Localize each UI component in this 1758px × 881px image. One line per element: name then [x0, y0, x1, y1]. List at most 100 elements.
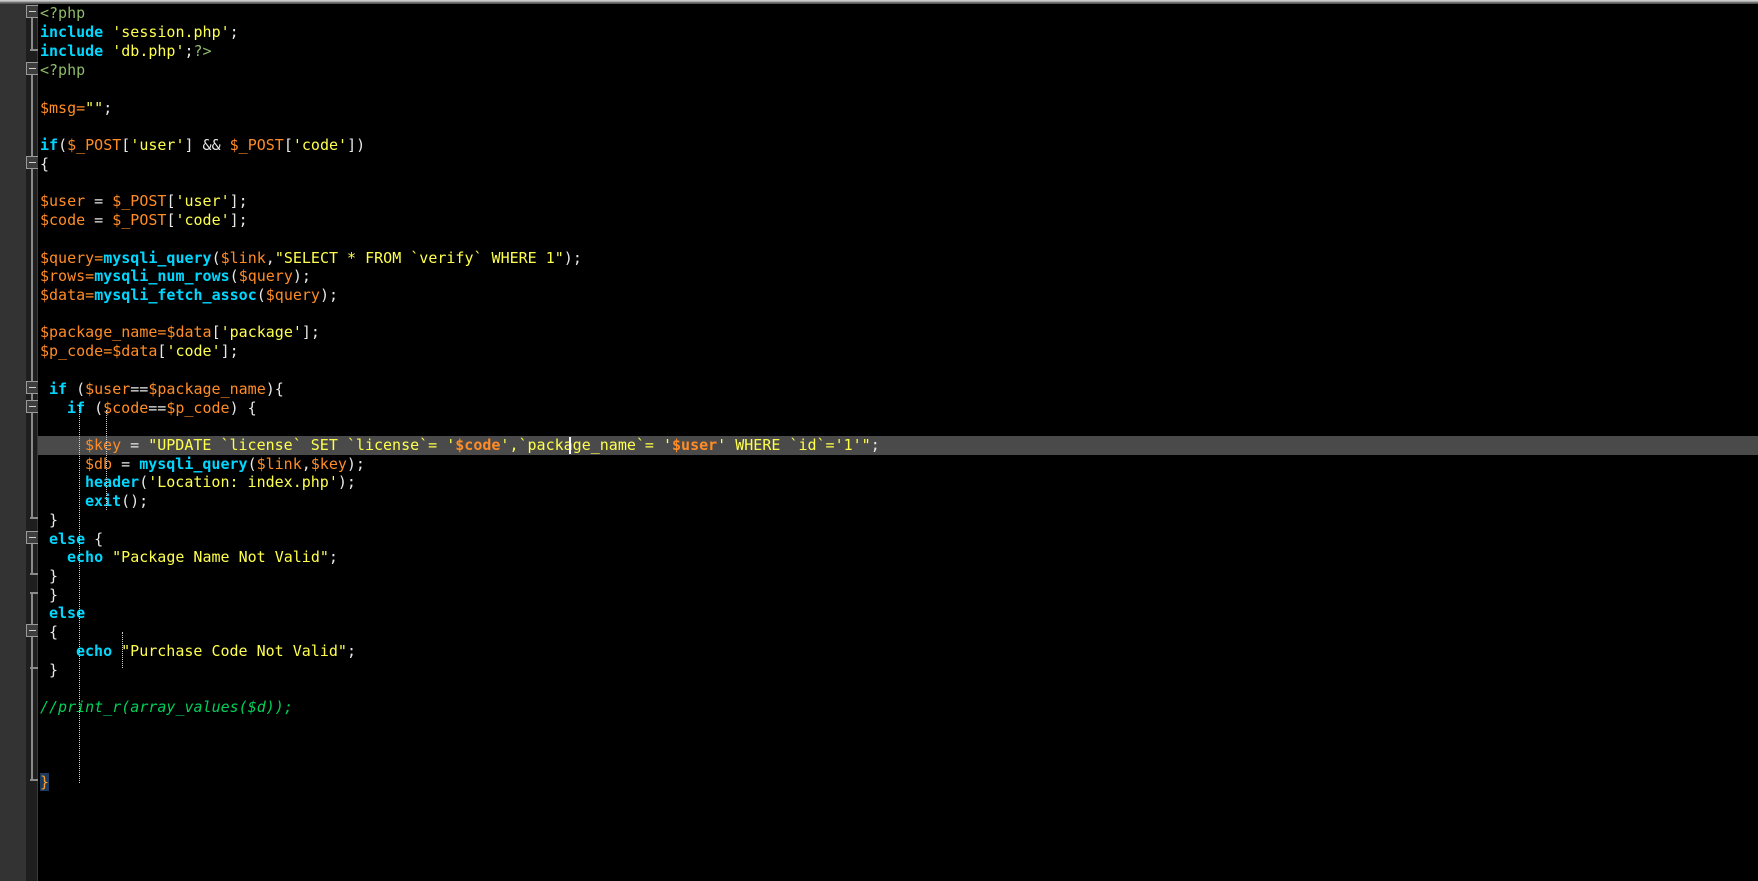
code-line[interactable] [38, 174, 1758, 193]
code-line[interactable]: echo "Purchase Code Not Valid"; [38, 642, 1758, 661]
code-token-punct: ( [58, 136, 68, 154]
code-line[interactable] [38, 717, 1758, 736]
code-line[interactable]: { [38, 155, 1758, 174]
code-line[interactable]: } [38, 661, 1758, 680]
code-line[interactable]: $data=mysqli_fetch_assoc($query); [38, 286, 1758, 305]
code-line[interactable]: include 'db.php';?> [38, 42, 1758, 61]
code-line-text: if ($user==$package_name){ [38, 380, 284, 399]
code-line[interactable]: } [38, 773, 1758, 792]
code-line-text: include 'session.php'; [38, 23, 239, 42]
code-token-punct: ){ [265, 380, 284, 398]
code-line[interactable]: include 'session.php'; [38, 23, 1758, 42]
code-editor-window[interactable]: <?php include 'session.php'; include 'db.p… [0, 0, 1758, 881]
code-token-punct: , [265, 249, 275, 267]
code-line[interactable]: { [38, 623, 1758, 642]
code-line-text: $p_code=$data['code']; [38, 342, 239, 361]
code-line[interactable]: } [38, 511, 1758, 530]
code-token-punct: ; [870, 436, 880, 454]
code-line-text: { [38, 155, 49, 174]
code-token-punct: { [85, 530, 104, 548]
code-token-func: mysqli_query [139, 455, 248, 473]
code-token-string: "Package Name Not Valid" [112, 548, 329, 566]
code-line[interactable]: $key = "UPDATE `license` SET `license`= … [38, 436, 1758, 455]
code-line[interactable]: $code = $_POST['code']; [38, 211, 1758, 230]
code-line[interactable]: <?php [38, 4, 1758, 23]
code-line[interactable]: if($_POST['user'] && $_POST['code']) [38, 136, 1758, 155]
code-token-var: $p_code [40, 342, 104, 360]
code-line[interactable] [38, 361, 1758, 380]
code-line-text: $code = $_POST['code']; [38, 211, 248, 230]
fold-tree-line [31, 75, 33, 157]
code-line[interactable] [38, 305, 1758, 324]
code-line[interactable]: //print_r(array_values($d)); [38, 698, 1758, 717]
code-line[interactable]: else { [38, 530, 1758, 549]
code-line[interactable] [38, 754, 1758, 773]
code-line-text: $user = $_POST['user']; [38, 192, 248, 211]
code-line[interactable]: $rows=mysqli_num_rows($query); [38, 267, 1758, 286]
code-line[interactable] [38, 80, 1758, 99]
code-token-punct: ; [328, 548, 338, 566]
code-line-text: $key = "UPDATE `license` SET `license`= … [38, 436, 880, 455]
code-line[interactable]: $p_code=$data['code']; [38, 342, 1758, 361]
code-line-text: { [38, 623, 58, 642]
code-line[interactable]: echo "Package Name Not Valid"; [38, 548, 1758, 567]
code-token-var: $rows [40, 267, 86, 285]
code-token-punct: ); [346, 455, 365, 473]
code-token-punct: ( [67, 380, 86, 398]
code-line-text: echo "Package Name Not Valid"; [38, 548, 338, 567]
fold-block-end-icon [30, 592, 38, 594]
indent-guide [122, 632, 124, 668]
code-text-area[interactable]: <?php include 'session.php'; include 'db.p… [38, 4, 1758, 881]
code-line[interactable] [38, 417, 1758, 436]
code-line-text: echo "Purchase Code Not Valid"; [38, 642, 356, 661]
code-token-string: "UPDATE `license` SET `license`= ' [148, 436, 456, 454]
code-line-text: if ($code==$p_code) { [38, 399, 257, 418]
code-token-var: $package_name [40, 323, 158, 341]
code-line[interactable]: $msg=""; [38, 99, 1758, 118]
code-token-keyword: if [67, 399, 86, 417]
code-line-text: } [38, 773, 50, 792]
code-token-punct: [ [211, 323, 221, 341]
code-token-punct: [ [283, 136, 293, 154]
code-token-var: $user [85, 380, 131, 398]
code-line[interactable]: $package_name=$data['package']; [38, 323, 1758, 342]
code-line-text: } [38, 661, 58, 680]
code-token-punct [103, 42, 112, 60]
code-line[interactable] [38, 736, 1758, 755]
code-line[interactable]: } [38, 586, 1758, 605]
code-line[interactable]: exit(); [38, 492, 1758, 511]
code-token-var: $data [40, 286, 86, 304]
code-token-var: $package_name [148, 380, 266, 398]
code-token-string: 'code' [175, 211, 230, 229]
code-token-var: = [103, 342, 113, 360]
code-token-tag: ?> [193, 42, 212, 60]
code-line[interactable]: } [38, 567, 1758, 586]
code-line[interactable] [38, 230, 1758, 249]
code-line[interactable]: $user = $_POST['user']; [38, 192, 1758, 211]
fold-block-end-icon [30, 779, 38, 781]
code-line-text: } [38, 567, 58, 586]
code-token-punct: == [130, 380, 149, 398]
code-token-punct: ( [211, 249, 221, 267]
code-token-punct: ]; [220, 342, 239, 360]
code-token-var: $_POST [112, 211, 167, 229]
code-line[interactable]: if ($user==$package_name){ [38, 380, 1758, 399]
indent-guide [106, 410, 108, 510]
editor-gutter[interactable] [0, 4, 26, 881]
code-token-punct: = [85, 211, 113, 229]
code-token-string: 'user' [175, 192, 230, 210]
code-line[interactable]: $db = mysqli_query($link,$key); [38, 455, 1758, 474]
code-token-brace-hl: } [40, 773, 50, 791]
code-token-var-b: $user [672, 436, 718, 454]
code-line[interactable] [38, 118, 1758, 137]
code-token-string: 'Location: index.php' [148, 473, 338, 491]
code-line[interactable]: $query=mysqli_query($link,"SELECT * FROM… [38, 249, 1758, 268]
code-line[interactable]: <?php [38, 61, 1758, 80]
code-line-text: $db = mysqli_query($link,$key); [38, 455, 365, 474]
fold-tree-line [31, 592, 33, 625]
code-line[interactable]: if ($code==$p_code) { [38, 399, 1758, 418]
code-line[interactable]: else [38, 604, 1758, 623]
code-line[interactable]: header('Location: index.php'); [38, 473, 1758, 492]
code-token-keyword: if [40, 136, 59, 154]
code-line[interactable] [38, 679, 1758, 698]
